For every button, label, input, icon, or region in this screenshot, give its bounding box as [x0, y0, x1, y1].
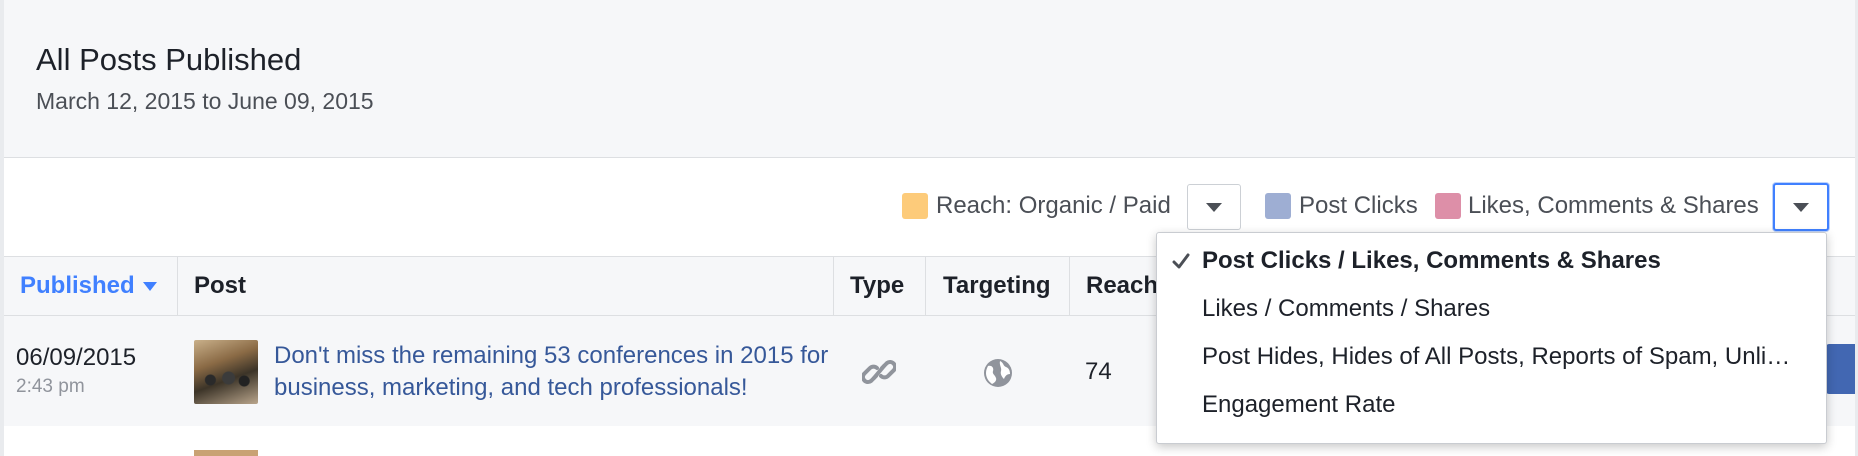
post-clicks-swatch — [1265, 193, 1291, 219]
menu-item-negative-feedback[interactable]: Post Hides, Hides of All Posts, Reports … — [1157, 333, 1826, 381]
column-header-label: Published — [20, 272, 135, 299]
reach-value: 74 — [1085, 358, 1112, 385]
column-header-type[interactable]: Type — [850, 257, 904, 315]
post-thumbnail[interactable] — [194, 340, 258, 404]
published-time: 2:43 pm — [16, 376, 85, 397]
menu-item-likes-comments-shares[interactable]: Likes / Comments / Shares — [1157, 285, 1826, 333]
engagement-legend-label: Likes, Comments & Shares — [1468, 192, 1759, 219]
reach-legend-label: Reach: Organic / Paid — [936, 192, 1171, 219]
metric-dropdown-menu: Post Clicks / Likes, Comments & Shares L… — [1156, 232, 1827, 444]
globe-icon — [984, 359, 1012, 387]
chevron-down-icon — [1793, 203, 1809, 212]
link-icon — [862, 360, 896, 384]
menu-item-label: Likes / Comments / Shares — [1202, 295, 1491, 322]
post-thumbnail[interactable] — [194, 450, 258, 456]
menu-item-label: Engagement Rate — [1202, 391, 1396, 418]
column-header-published[interactable]: Published — [20, 257, 157, 315]
reach-swatch — [902, 193, 928, 219]
boost-post-button[interactable] — [1826, 344, 1855, 394]
published-date: 06/09/2015 — [16, 344, 137, 371]
column-header-post[interactable]: Post — [194, 257, 246, 315]
sort-descending-icon — [142, 282, 157, 292]
menu-item-label: Post Hides, Hides of All Posts, Reports … — [1202, 343, 1791, 370]
menu-item-clicks-engagement[interactable]: Post Clicks / Likes, Comments & Shares — [1157, 237, 1826, 285]
page-title: All Posts Published — [36, 42, 302, 77]
post-link[interactable]: Don't miss the remaining 53 conferences … — [274, 340, 834, 404]
checkmark-icon — [1172, 253, 1190, 269]
reach-dropdown-button[interactable] — [1187, 184, 1241, 230]
menu-item-engagement-rate[interactable]: Engagement Rate — [1157, 381, 1826, 429]
menu-item-label: Post Clicks / Likes, Comments & Shares — [1202, 247, 1661, 274]
post-clicks-legend-label: Post Clicks — [1299, 192, 1418, 219]
column-header-targeting[interactable]: Targeting — [943, 257, 1051, 315]
metric-dropdown-button[interactable] — [1773, 183, 1829, 231]
column-header-reach[interactable]: Reach — [1086, 257, 1158, 315]
report-header: All Posts Published March 12, 2015 to Ju… — [4, 0, 1855, 158]
chevron-down-icon — [1206, 203, 1222, 212]
engagement-swatch — [1435, 193, 1461, 219]
date-range: March 12, 2015 to June 09, 2015 — [36, 88, 374, 114]
